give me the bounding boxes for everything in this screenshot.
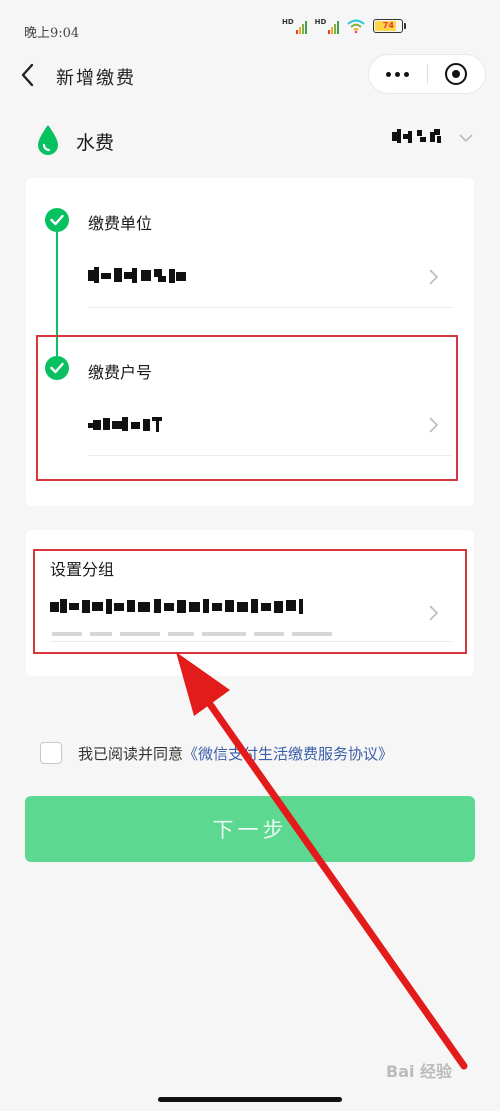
agreement-prefix: 我已阅读并同意 <box>78 745 184 763</box>
next-button[interactable]: 下一步 <box>25 796 475 862</box>
highlight-box <box>36 335 458 481</box>
city-selector-blurred[interactable] <box>390 126 446 148</box>
agreement-checkbox[interactable] <box>40 742 62 764</box>
more-button[interactable] <box>369 55 427 93</box>
agreement-link[interactable]: 《微信支付生活缴费服务协议》 <box>183 745 393 763</box>
close-button[interactable] <box>428 55 486 93</box>
home-indicator[interactable] <box>158 1097 342 1102</box>
target-close-icon <box>445 63 468 85</box>
watermark: Bai 经验 <box>386 1062 453 1081</box>
chevron-down-icon[interactable] <box>458 132 474 144</box>
highlight-box <box>33 549 467 654</box>
signal-icon: HD <box>282 18 307 34</box>
service-name: 水费 <box>76 132 115 154</box>
chevron-right-icon[interactable] <box>428 268 440 286</box>
status-icons: HD HD 74 <box>282 18 407 34</box>
row-divider <box>88 307 452 308</box>
back-icon[interactable] <box>14 60 44 90</box>
mini-program-capsule <box>368 54 486 94</box>
unit-value-blurred[interactable] <box>88 265 190 287</box>
check-circle-icon <box>45 208 69 232</box>
battery-icon: 74 <box>373 19 407 33</box>
status-time: 晚上9:04 <box>24 26 80 41</box>
unit-label: 缴费单位 <box>88 214 153 233</box>
wifi-icon <box>347 19 366 33</box>
water-drop-icon <box>38 125 58 155</box>
page-title: 新增缴费 <box>56 68 136 89</box>
agreement-text: 我已阅读并同意《微信支付生活缴费服务协议》 <box>78 743 393 764</box>
more-dots-icon <box>386 71 410 77</box>
signal-icon: HD <box>315 18 340 34</box>
